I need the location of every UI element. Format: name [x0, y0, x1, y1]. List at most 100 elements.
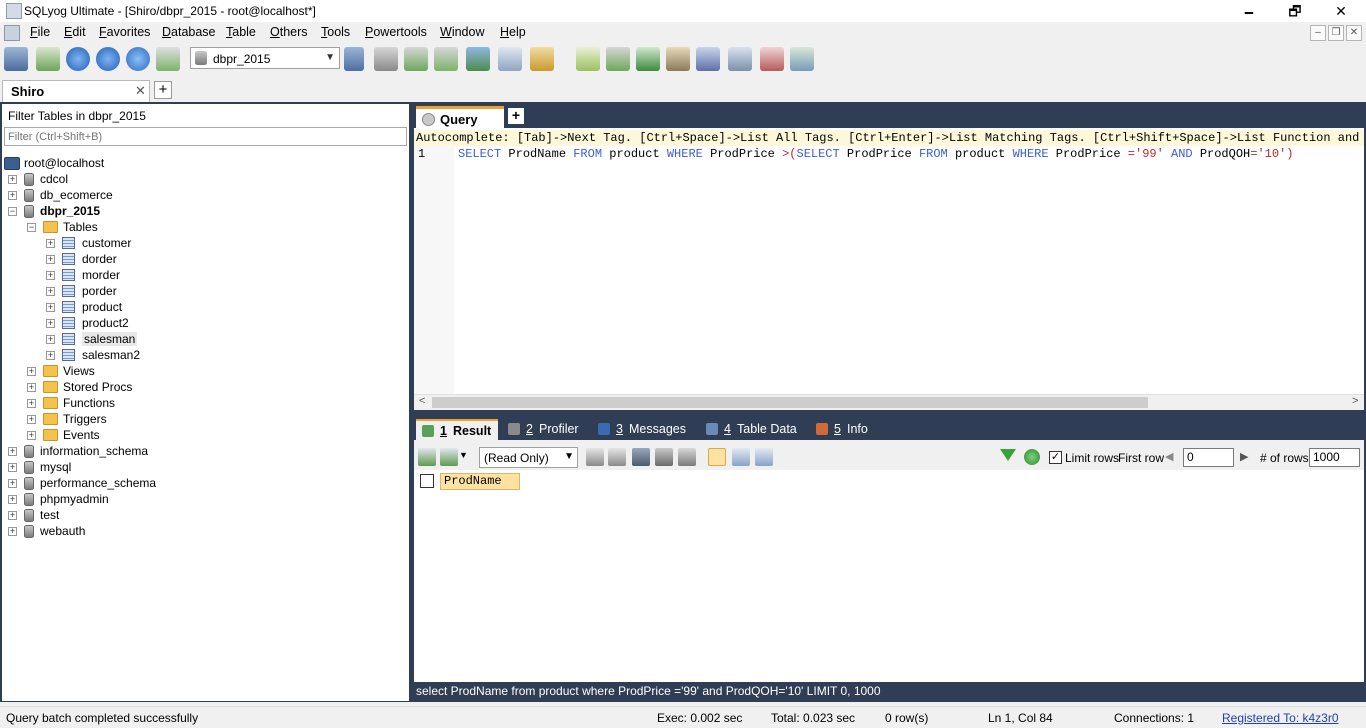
menu-edit[interactable]: Edit	[64, 25, 86, 39]
expand-icon[interactable]: +	[8, 175, 17, 184]
limit-rows-checkbox[interactable]: ✓	[1049, 451, 1062, 464]
connection-tab-shiro[interactable]: Shiro ✕	[2, 80, 150, 102]
cancel-icon[interactable]	[678, 448, 696, 466]
menu-tools[interactable]: Tools	[321, 25, 350, 39]
select-all-checkbox[interactable]	[420, 474, 434, 488]
expand-icon[interactable]: +	[46, 303, 55, 312]
filter-input[interactable]	[4, 127, 407, 146]
text-view-icon[interactable]	[755, 448, 773, 466]
document-icon[interactable]	[4, 25, 20, 41]
export-icon[interactable]	[440, 448, 458, 466]
expand-icon[interactable]: +	[27, 383, 36, 392]
tab-result[interactable]: 1 Result	[416, 419, 498, 440]
refresh-icon[interactable]	[156, 47, 180, 71]
query-editor[interactable]	[414, 128, 1364, 410]
expand-icon[interactable]: +	[8, 527, 17, 536]
mdi-minimize-button[interactable]: –	[1310, 25, 1326, 41]
import-icon[interactable]	[466, 47, 490, 71]
backup-database-icon[interactable]	[404, 47, 428, 71]
duplicate-row-icon[interactable]	[608, 448, 626, 466]
expand-icon[interactable]: +	[8, 495, 17, 504]
table-icon[interactable]	[498, 47, 522, 71]
execute-all-icon[interactable]	[96, 47, 120, 71]
expand-icon[interactable]: +	[8, 447, 17, 456]
expand-icon[interactable]: +	[46, 255, 55, 264]
expand-icon[interactable]: +	[27, 431, 36, 440]
column-header[interactable]: ProdName	[440, 473, 520, 490]
next-page-icon[interactable]: ▶	[1240, 450, 1248, 463]
menu-window[interactable]: Window	[440, 25, 484, 39]
refresh-icon[interactable]	[1024, 449, 1040, 465]
import-external-icon[interactable]	[666, 47, 690, 71]
close-button[interactable]: ✕	[1318, 0, 1364, 22]
scroll-left-icon[interactable]: <	[419, 395, 425, 407]
restore-database-icon[interactable]	[434, 47, 458, 71]
data-sync-icon[interactable]	[636, 47, 660, 71]
result-mode-select[interactable]: (Read Only) ▼	[479, 447, 578, 468]
export-dropdown-icon[interactable]: ▼	[459, 450, 468, 460]
expand-icon[interactable]: +	[8, 463, 17, 472]
collapse-icon[interactable]: −	[8, 207, 17, 216]
expand-icon[interactable]: +	[8, 191, 17, 200]
menu-database[interactable]: Database	[162, 25, 216, 39]
form-view-icon[interactable]	[732, 448, 750, 466]
user-manager-icon[interactable]	[344, 47, 364, 71]
monitor-icon[interactable]	[728, 47, 752, 71]
delete-icon[interactable]	[655, 448, 673, 466]
expand-icon[interactable]: +	[46, 239, 55, 248]
expand-icon[interactable]: +	[27, 399, 36, 408]
new-connection-icon[interactable]	[4, 47, 28, 71]
scrollbar-thumb[interactable]	[432, 397, 1148, 408]
expand-icon[interactable]: +	[27, 367, 36, 376]
mdi-restore-button[interactable]: ❐	[1328, 25, 1344, 41]
maximize-button[interactable]: 🗗	[1272, 0, 1318, 22]
menu-powertools[interactable]: Powertools	[365, 25, 427, 39]
tab-table-data[interactable]: 4 Table Data	[700, 419, 804, 440]
expand-icon[interactable]: +	[46, 351, 55, 360]
insert-row-icon[interactable]	[418, 448, 436, 466]
notifications-icon[interactable]	[760, 47, 784, 71]
schema-designer-icon[interactable]	[530, 47, 554, 71]
menu-help[interactable]: Help	[500, 25, 526, 39]
collapse-icon[interactable]: −	[27, 223, 36, 232]
execute-edit-icon[interactable]	[126, 47, 150, 71]
add-query-tab-button[interactable]: +	[508, 108, 524, 124]
mdi-close-button[interactable]: ✕	[1346, 25, 1362, 41]
result-grid[interactable]	[414, 470, 1364, 682]
save-icon[interactable]	[632, 448, 650, 466]
expand-icon[interactable]: +	[46, 319, 55, 328]
add-connection-tab-button[interactable]: +	[154, 81, 172, 99]
tab-profiler[interactable]: 2 Profiler	[502, 419, 586, 440]
schema-sync-icon[interactable]	[606, 47, 630, 71]
new-query-icon[interactable]	[36, 47, 60, 71]
scroll-right-icon[interactable]: >	[1352, 395, 1358, 407]
expand-icon[interactable]: +	[8, 479, 17, 488]
expand-icon[interactable]: +	[46, 271, 55, 280]
add-row-icon[interactable]	[586, 448, 604, 466]
tree-db-test[interactable]	[4, 507, 404, 523]
expand-icon[interactable]: +	[46, 335, 55, 344]
expand-icon[interactable]: +	[27, 415, 36, 424]
filter-icon[interactable]	[1000, 449, 1016, 461]
execute-icon[interactable]	[66, 47, 90, 71]
sql-code-line[interactable]: SELECT ProdName FROM product WHERE ProdP…	[458, 147, 1293, 161]
tab-query[interactable]: Query	[416, 106, 504, 128]
first-row-input[interactable]: 0	[1183, 448, 1234, 467]
menu-table[interactable]: Table	[226, 25, 256, 39]
expand-icon[interactable]: +	[8, 511, 17, 520]
tab-messages[interactable]: 3 Messages	[592, 419, 694, 440]
database-select[interactable]: dbpr_2015 ▼	[190, 47, 340, 69]
menu-file[interactable]: File	[30, 25, 50, 39]
num-rows-input[interactable]: 1000	[1309, 448, 1360, 467]
menu-favorites[interactable]: Favorites	[99, 25, 150, 39]
create-database-icon[interactable]	[374, 47, 398, 71]
grid-view-icon[interactable]	[708, 448, 726, 466]
menu-others[interactable]: Others	[270, 25, 308, 39]
prev-page-icon[interactable]: ◀	[1165, 450, 1173, 463]
tab-info[interactable]: 5 Info	[810, 419, 882, 440]
registered-link[interactable]: Registered To: k4z3r0	[1222, 711, 1339, 725]
query-builder-icon[interactable]	[576, 47, 600, 71]
schema-icon[interactable]	[790, 47, 814, 71]
expand-icon[interactable]: +	[46, 287, 55, 296]
minimize-button[interactable]: 🗕	[1226, 0, 1272, 22]
